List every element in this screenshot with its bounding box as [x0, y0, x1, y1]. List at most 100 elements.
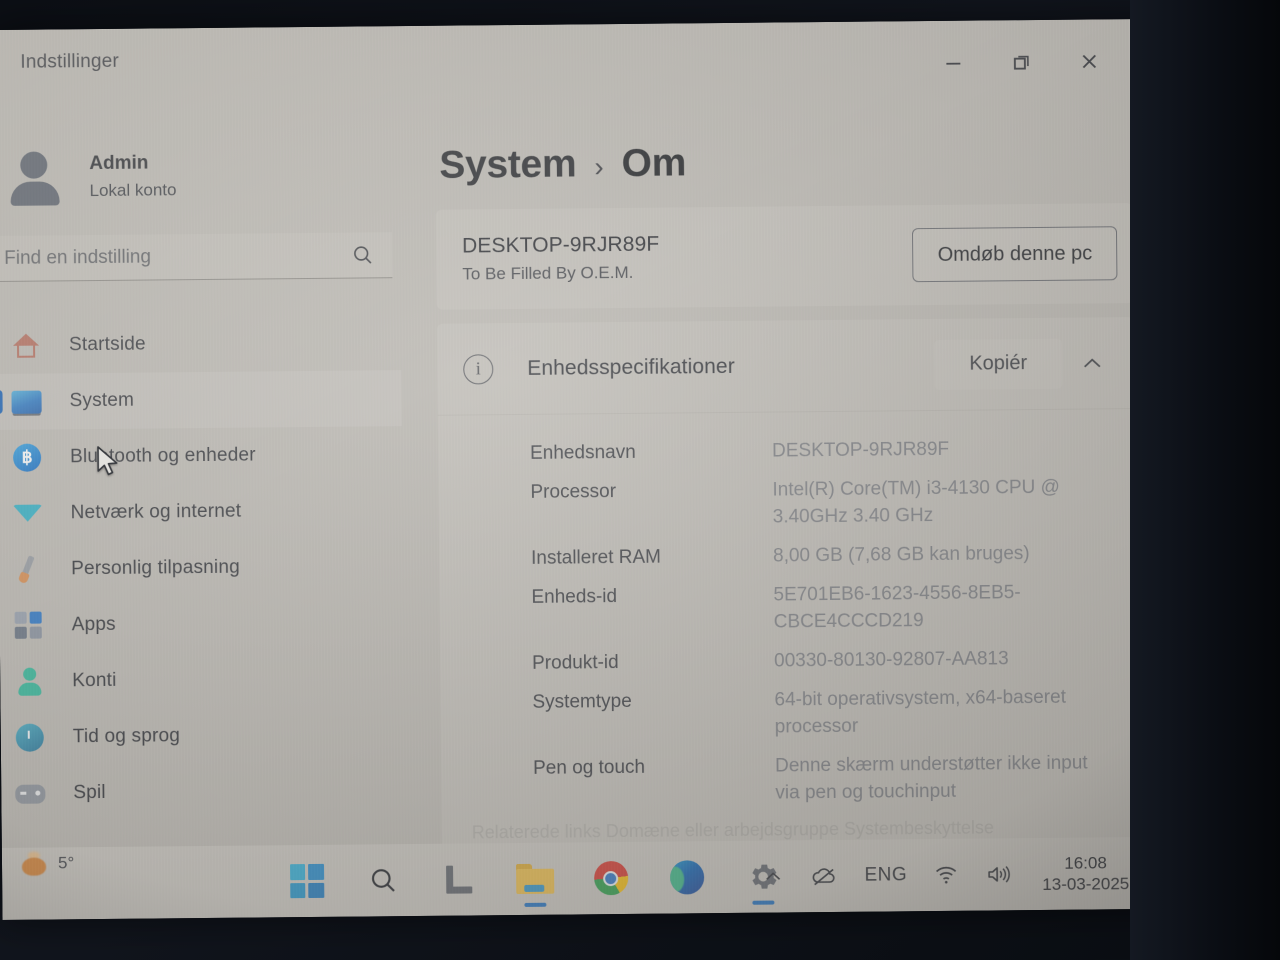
settings-window: Indstillinger Admin Lokal konto Find en …: [0, 19, 1138, 888]
system-tray: ENG 16:08 13-03-2025: [749, 837, 1191, 913]
spec-label: Installeret RAM: [530, 546, 662, 569]
account-name: Admin: [89, 152, 149, 175]
clock[interactable]: 16:08 13-03-2025: [1026, 852, 1139, 896]
cloud-offline-icon[interactable]: [797, 852, 851, 901]
tray-overflow-button[interactable]: [749, 852, 797, 900]
sidebar-item-bluetooth-og-enheder[interactable]: ฿ Bluetooth og enheder: [0, 426, 402, 486]
sidebar-item-label: Tid og sprog: [72, 725, 181, 748]
task-view-icon: [444, 865, 474, 894]
spec-value: 00330-80130-92807-AA813: [773, 648, 1009, 672]
spec-label: Systemtype: [532, 690, 632, 713]
device-specifications-title: Enhedsspecifikationer: [527, 354, 735, 380]
spec-row: Produkt-id 00330-80130-92807-AA813: [532, 645, 1111, 678]
spec-value: 5E701EB6-1623-4556-8EB5-CBCE4CCCD219: [773, 582, 1021, 633]
chrome-button[interactable]: [587, 855, 633, 901]
home-icon: [5, 329, 47, 363]
copy-button[interactable]: Kopiér: [934, 338, 1063, 390]
avatar: [7, 149, 64, 206]
app-title: Indstillinger: [20, 50, 120, 73]
info-icon: i: [463, 353, 494, 385]
pc-name: DESKTOP-9RJR89F: [461, 232, 660, 258]
search-placeholder: Find en indstilling: [4, 246, 152, 269]
spec-value: 64-bit operativsystem, x64-baseret proce…: [774, 686, 1067, 738]
breadcrumb: System › Om: [439, 137, 1130, 188]
folder-icon: [515, 863, 554, 895]
spec-row: Processor Intel(R) Core(TM) i3-4130 CPU …: [530, 474, 1109, 533]
spec-row: Pen og touch Denne skærm understøtter ik…: [533, 750, 1112, 809]
spec-label: Produkt-id: [532, 651, 619, 674]
sidebar-item-label: System: [69, 389, 135, 412]
sidebar-item-apps[interactable]: Apps: [0, 594, 404, 654]
monitor-icon: [5, 385, 47, 419]
search-input[interactable]: Find en indstilling: [0, 232, 393, 282]
gamepad-icon: [9, 776, 51, 810]
restore-button[interactable]: [987, 40, 1055, 85]
photo-of-monitor: Indstillinger Admin Lokal konto Find en …: [0, 0, 1280, 960]
clock-time: 16:08: [1064, 853, 1107, 873]
device-specification-rows: Enhedsnavn DESKTOP-9RJR89F Processor Int…: [438, 409, 1137, 810]
speaker-icon[interactable]: [972, 850, 1026, 899]
pc-name-card: DESKTOP-9RJR89F To Be Filled By O.E.M. O…: [435, 203, 1134, 310]
spec-value: DESKTOP-9RJR89F: [771, 438, 950, 462]
sidebar-item-label: Netværk og internet: [70, 500, 242, 524]
spec-value: 8,00 GB (7,68 GB kan bruges): [772, 542, 1030, 567]
windows-logo-icon: [289, 863, 324, 899]
language-indicator[interactable]: ENG: [851, 851, 920, 900]
device-specifications-card: i Enhedsspecifikationer Kopiér Enhedsnav…: [436, 317, 1138, 854]
sidebar-item-system[interactable]: System: [0, 370, 402, 430]
sidebar-item-label: Bluetooth og enheder: [69, 444, 256, 468]
sun-icon: [18, 851, 52, 876]
monitor-screen: Indstillinger Admin Lokal konto Find en …: [0, 18, 1208, 920]
window-controls: [919, 39, 1123, 85]
device-specifications-header[interactable]: i Enhedsspecifikationer Kopiér: [436, 317, 1135, 416]
account-block[interactable]: Admin Lokal konto: [0, 100, 400, 214]
sidebar: Admin Lokal konto Find en indstilling St…: [0, 92, 406, 888]
sidebar-item-label: Startside: [68, 333, 146, 356]
edge-button[interactable]: [663, 854, 709, 900]
window-title-bar: Indstillinger: [0, 19, 1130, 96]
weather-temperature: 5°: [57, 853, 75, 873]
sidebar-item-spil[interactable]: Spil: [1, 762, 406, 822]
sidebar-item-netvaerk-og-internet[interactable]: Netværk og internet: [0, 482, 403, 542]
pc-oem: To Be Filled By O.E.M.: [462, 262, 634, 284]
minimize-button[interactable]: [919, 40, 987, 85]
clock-globe-icon: [9, 720, 51, 754]
account-icon: [8, 664, 50, 698]
chrome-icon: [593, 860, 628, 896]
start-button[interactable]: [283, 858, 329, 904]
spec-label: Pen og touch: [533, 756, 646, 779]
spec-row: Enhedsnavn DESKTOP-9RJR89F: [530, 435, 1109, 468]
brush-icon: [7, 552, 49, 586]
rename-pc-button[interactable]: Omdøb denne pc: [912, 226, 1118, 283]
file-explorer-button[interactable]: [511, 856, 557, 902]
wifi-icon[interactable]: [920, 851, 972, 899]
weather-widget[interactable]: 5°: [18, 851, 74, 876]
account-type: Lokal konto: [89, 180, 177, 201]
sidebar-item-label: Personlig tilpasning: [71, 556, 241, 580]
breadcrumb-separator: ›: [594, 151, 604, 183]
sidebar-item-konti[interactable]: Konti: [0, 650, 405, 710]
sidebar-item-personlig-tilpasning[interactable]: Personlig tilpasning: [0, 538, 403, 598]
taskbar: 5° ENG 16:08 13-03-2025: [1, 836, 1208, 920]
sidebar-item-tid-og-sprog[interactable]: Tid og sprog: [1, 706, 406, 766]
chevron-up-icon[interactable]: [1062, 338, 1122, 389]
taskbar-buttons: [283, 853, 785, 904]
sidebar-item-startside[interactable]: Startside: [0, 314, 401, 374]
search-icon: [368, 865, 398, 895]
search-button[interactable]: [359, 857, 405, 903]
close-button[interactable]: [1055, 39, 1123, 84]
spec-row: Systemtype 64-bit operativsystem, x64-ba…: [532, 684, 1111, 743]
clock-date: 13-03-2025: [1042, 874, 1130, 894]
spec-row: Enheds-id 5E701EB6-1623-4556-8EB5-CBCE4C…: [531, 579, 1110, 638]
breadcrumb-root[interactable]: System: [439, 142, 576, 187]
spec-label: Enhedsnavn: [529, 441, 636, 464]
sidebar-item-label: Apps: [71, 613, 116, 636]
apps-icon: [8, 608, 50, 642]
bell-icon[interactable]: [1139, 849, 1191, 897]
spec-value: Denne skærm understøtter ikke input via …: [774, 752, 1088, 804]
spec-label: Enheds-id: [531, 585, 618, 608]
spec-label: Processor: [530, 481, 617, 503]
edge-icon: [669, 860, 704, 895]
task-view-button[interactable]: [435, 856, 481, 902]
sidebar-nav: Startside System ฿ Bluetooth og enheder: [0, 314, 406, 822]
